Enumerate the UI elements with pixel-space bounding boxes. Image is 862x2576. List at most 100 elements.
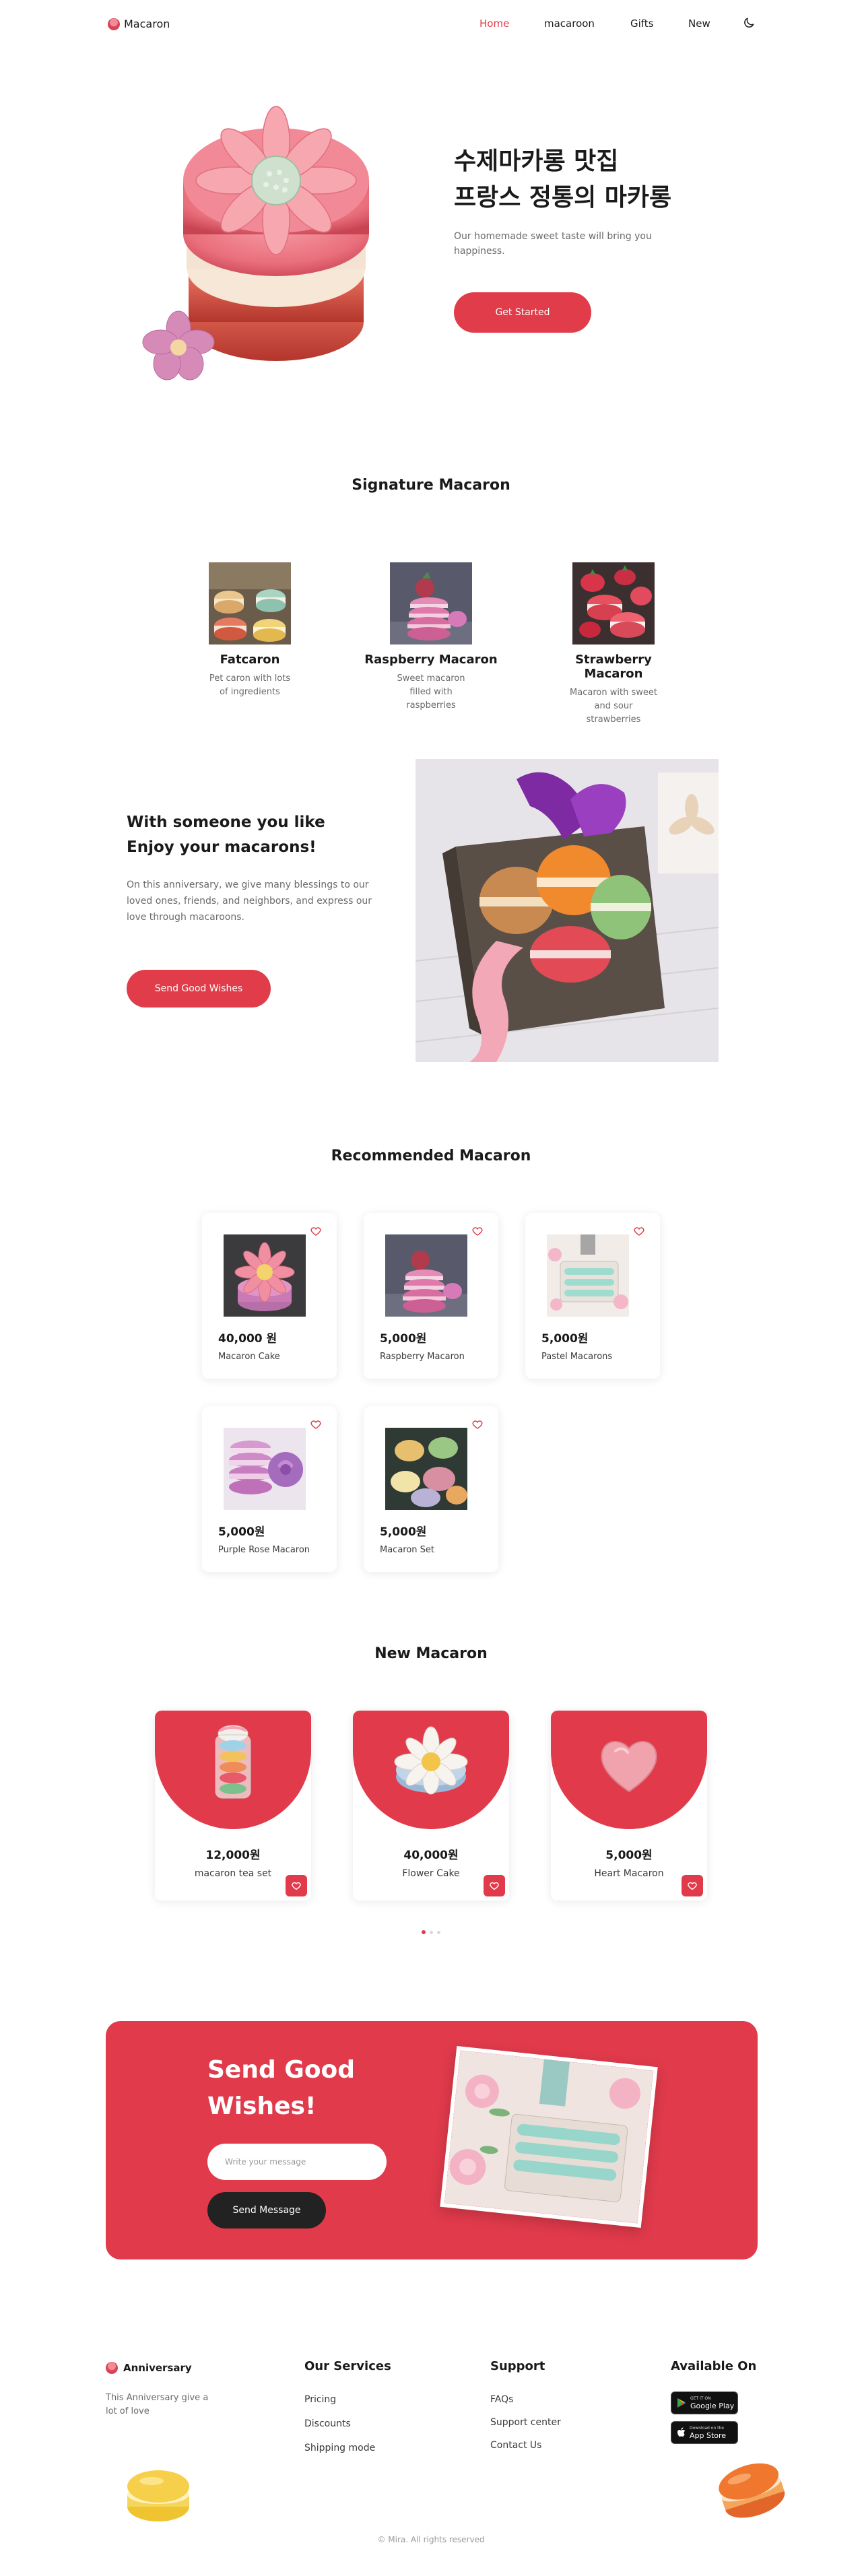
new-product-price: 12,000원 [205, 1849, 261, 1862]
pastel-macaron-box-image [444, 2050, 654, 2224]
favorite-button[interactable] [484, 1875, 505, 1896]
footer-tagline: This Anniversary give a lot of love [106, 2393, 209, 2416]
signature-item-fatcaron[interactable]: Fatcaron Pet caron with lots of ingredie… [183, 562, 317, 699]
pastel-macarons-image [547, 1234, 629, 1317]
product-card[interactable]: 5,000원 Purple Rose Macaron [202, 1406, 337, 1572]
wishes-title: Send Good Wishes! [207, 2052, 355, 2125]
favorite-heart-icon[interactable] [633, 1225, 645, 1237]
brand-name: Macaron [124, 18, 170, 30]
footer-link-discounts[interactable]: Discounts [304, 2418, 351, 2429]
signature-name: Raspberry Macaron [364, 653, 498, 667]
message-input[interactable] [207, 2144, 387, 2180]
hero-description: Our homemade sweet taste will bring you … [454, 231, 652, 257]
product-price: 5,000원 [380, 1525, 427, 1539]
signature-item-strawberry[interactable]: Strawberry Macaron Macaron with sweet an… [546, 562, 681, 727]
send-good-wishes-button[interactable]: Send Good Wishes [127, 970, 271, 1008]
new-macaron-title: New Macaron [374, 1645, 488, 1662]
nav-macaroon[interactable]: macaroon [544, 18, 595, 30]
anniversary-title-line-1: With someone you like [127, 814, 325, 831]
footer-link-shipping[interactable]: Shipping mode [304, 2443, 375, 2453]
new-product-card[interactable]: 5,000원 Heart Macaron [551, 1711, 707, 1901]
product-card[interactable]: 5,000원 Macaron Set [364, 1406, 498, 1572]
pagination-dot-2[interactable] [430, 1930, 433, 1934]
nav-gifts[interactable]: Gifts [630, 18, 654, 30]
favorite-button[interactable] [286, 1875, 307, 1896]
heart-icon [490, 1882, 499, 1890]
heart-icon [292, 1882, 301, 1890]
product-name: Purple Rose Macaron [218, 1545, 310, 1555]
hero-title-line-1: 수제마카롱 맛집 [454, 147, 619, 175]
favorite-heart-icon[interactable] [310, 1225, 322, 1237]
purple-rose-macaron-image [224, 1428, 306, 1510]
macaron-set-image [385, 1428, 467, 1510]
product-name: Macaron Cake [218, 1352, 280, 1362]
google-badge-big: Google Play [690, 2401, 735, 2410]
google-play-badge[interactable]: GET IT ON Google Play [671, 2391, 738, 2414]
signature-description: Pet caron with lots of ingredients [209, 673, 291, 697]
pagination-dot-1[interactable] [422, 1930, 426, 1934]
pagination-dot-3[interactable] [437, 1930, 440, 1934]
orange-macaron-decoration [719, 2463, 785, 2518]
footer-link-contact[interactable]: Contact Us [490, 2440, 541, 2451]
yellow-macaron-decoration [127, 2470, 189, 2521]
signature-description: Sweet macaron filled with raspberries [397, 673, 465, 711]
carousel-pagination [422, 1930, 440, 1934]
product-card[interactable]: 5,000원 Raspberry Macaron [364, 1213, 498, 1379]
favorite-heart-icon[interactable] [471, 1418, 484, 1430]
footer-brand[interactable]: Anniversary [106, 2362, 192, 2374]
anniversary-description: On this anniversary, we give many blessi… [127, 880, 372, 923]
copyright-text: © Mira. All rights reserved [377, 2535, 485, 2544]
favorite-heart-icon[interactable] [310, 1418, 322, 1430]
moon-icon[interactable] [742, 16, 756, 30]
favorite-heart-icon[interactable] [471, 1225, 484, 1237]
google-play-icon [677, 2398, 686, 2408]
send-message-button[interactable]: Send Message [207, 2192, 326, 2228]
send-wishes-banner: Send Good Wishes! Send Message [106, 2021, 758, 2259]
hero-title-line-2: 프랑스 정통의 마카롱 [454, 184, 672, 211]
available-on-title: Available On [671, 2359, 757, 2373]
new-product-price: 5,000원 [605, 1849, 653, 1862]
footer-link-faqs[interactable]: FAQs [490, 2394, 513, 2405]
signature-title: Signature Macaron [352, 477, 510, 494]
signature-description: Macaron with sweet and sour strawberries [570, 688, 657, 725]
macaron-tea-set-image [215, 1725, 251, 1799]
support-title: Support [490, 2359, 545, 2373]
new-product-price: 40,000원 [403, 1849, 459, 1862]
product-name: Pastel Macarons [541, 1352, 613, 1362]
nav-new[interactable]: New [688, 18, 710, 30]
new-product-card[interactable]: 12,000원 macaron tea set [155, 1711, 311, 1901]
signature-item-raspberry[interactable]: Raspberry Macaron Sweet macaron filled w… [364, 562, 498, 713]
macaron-logo-icon [108, 18, 120, 30]
pastel-macarons-photo [440, 2045, 658, 2228]
footer-link-pricing[interactable]: Pricing [304, 2394, 336, 2405]
nav-home[interactable]: Home [479, 18, 509, 30]
signature-name: Fatcaron [220, 653, 280, 667]
services-title: Our Services [304, 2359, 391, 2373]
footer-link-support-center[interactable]: Support center [490, 2417, 561, 2428]
fatcaron-image [209, 562, 291, 645]
macaron-cake-image [224, 1234, 306, 1317]
google-badge-small: GET IT ON [690, 2396, 711, 2401]
signature-name: Strawberry Macaron [575, 653, 652, 681]
product-card[interactable]: 40,000 원 Macaron Cake [202, 1213, 337, 1379]
wishes-title-line-1: Send Good [207, 2056, 356, 2084]
get-started-button[interactable]: Get Started [454, 292, 591, 333]
favorite-button[interactable] [682, 1875, 703, 1896]
heart-icon [688, 1882, 697, 1890]
strawberry-macaron-image [572, 562, 655, 645]
apple-icon [677, 2427, 686, 2437]
brand-logo[interactable]: Macaron [108, 18, 170, 30]
product-name: Raspberry Macaron [380, 1352, 465, 1362]
product-price: 40,000 원 [218, 1332, 277, 1346]
product-price: 5,000원 [380, 1332, 427, 1346]
raspberry-macaron-image [385, 1234, 467, 1317]
heart-macaron-image [601, 1741, 657, 1793]
app-store-badge[interactable]: Download on the App Store [671, 2421, 738, 2444]
apple-badge-small: Download on the [690, 2425, 724, 2431]
top-header: Macaron Home macaroon Gifts New [0, 0, 862, 48]
new-product-card[interactable]: 40,000원 Flower Cake [353, 1711, 509, 1901]
anniversary-title: With someone you like Enjoy your macaron… [127, 810, 325, 860]
product-card[interactable]: 5,000원 Pastel Macarons [525, 1213, 660, 1379]
hero-macaron-cake-image [142, 106, 369, 381]
hero-title: 수제마카롱 맛집 프랑스 정통의 마카롱 [454, 143, 737, 216]
